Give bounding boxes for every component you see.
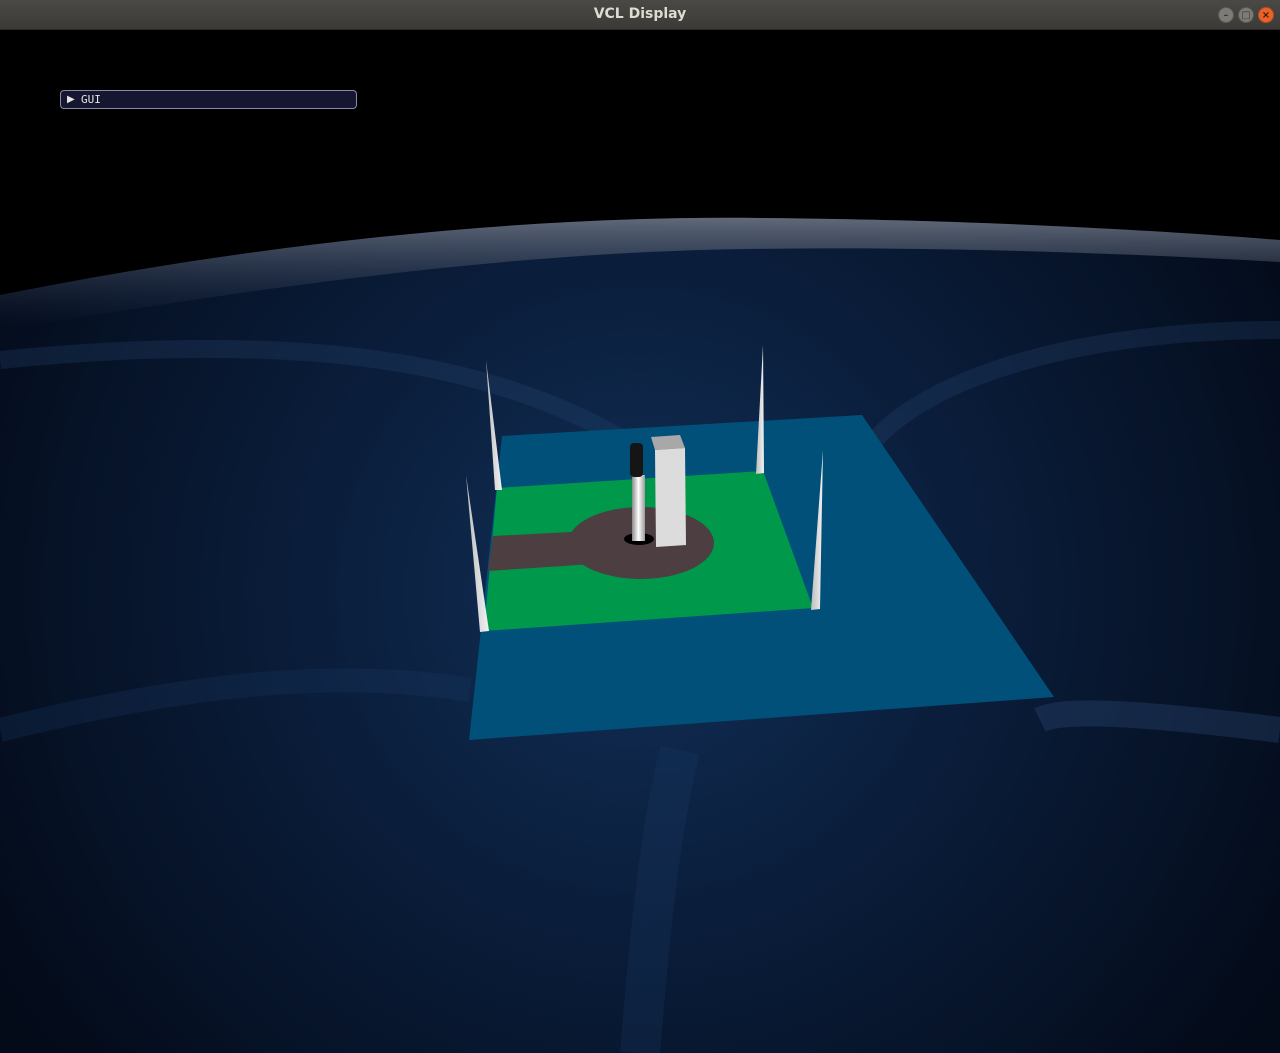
minimize-button[interactable]: – bbox=[1218, 7, 1234, 23]
maximize-button[interactable]: □ bbox=[1238, 7, 1254, 23]
close-icon: × bbox=[1261, 10, 1271, 21]
3d-viewport[interactable]: ▶ GUI bbox=[0, 30, 1280, 1053]
minimize-icon: – bbox=[1223, 10, 1229, 21]
scene-canvas[interactable] bbox=[0, 30, 1280, 1053]
pole-shaft bbox=[632, 475, 645, 541]
pole-cap bbox=[630, 443, 643, 477]
title-bar[interactable]: VCL Display – □ × bbox=[0, 0, 1280, 30]
close-button[interactable]: × bbox=[1258, 7, 1274, 23]
building-top bbox=[651, 435, 685, 450]
app-window: VCL Display – □ × ▶ GUI bbox=[0, 0, 1280, 1053]
window-title: VCL Display bbox=[593, 6, 687, 22]
building-front bbox=[655, 448, 686, 547]
gui-label: GUI bbox=[81, 93, 101, 106]
triangle-right-icon: ▶ bbox=[67, 94, 75, 105]
gui-collapsed-header[interactable]: ▶ GUI bbox=[60, 90, 357, 109]
maximize-icon: □ bbox=[1241, 10, 1251, 21]
